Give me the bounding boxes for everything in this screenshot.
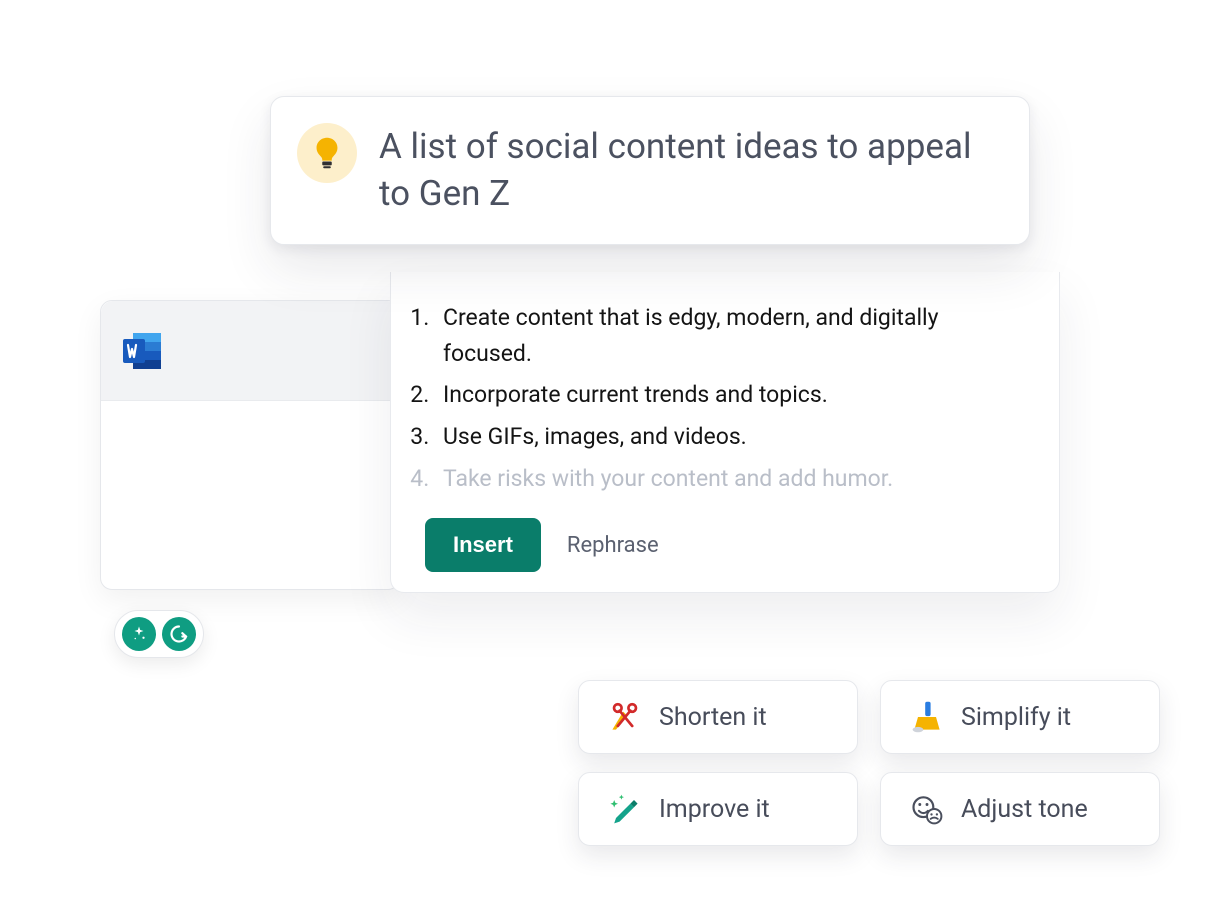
chip-label: Shorten it (659, 703, 767, 732)
scissors-icon (607, 699, 643, 735)
prompt-text: A list of social content ideas to appeal… (379, 123, 999, 218)
broom-icon (909, 699, 945, 735)
results-panel: Create content that is edgy, modern, and… (390, 272, 1060, 593)
prompt-card: A list of social content ideas to appeal… (270, 96, 1030, 245)
face-adjust-icon (909, 791, 945, 827)
chip-label: Improve it (659, 795, 770, 824)
results-actions: Insert Rephrase (425, 518, 1025, 572)
result-item: Take risks with your content and add hum… (435, 461, 1025, 497)
grammarly-pill[interactable] (114, 610, 204, 658)
adjust-tone-chip[interactable]: Adjust tone (880, 772, 1160, 846)
result-item: Use GIFs, images, and videos. (435, 419, 1025, 455)
insert-button[interactable]: Insert (425, 518, 541, 572)
chip-label: Simplify it (961, 703, 1071, 732)
result-item: Create content that is edgy, modern, and… (435, 300, 1025, 371)
improve-chip[interactable]: Improve it (578, 772, 858, 846)
word-app-header (101, 301, 399, 401)
shorten-chip[interactable]: Shorten it (578, 680, 858, 754)
sparkle-icon (122, 617, 156, 651)
simplify-chip[interactable]: Simplify it (880, 680, 1160, 754)
lightbulb-icon (297, 123, 357, 183)
result-item: Incorporate current trends and topics. (435, 377, 1025, 413)
rephrase-link[interactable]: Rephrase (567, 533, 659, 558)
word-icon (119, 327, 167, 375)
results-list: Create content that is edgy, modern, and… (425, 300, 1025, 496)
pencil-sparkle-icon (607, 791, 643, 827)
chip-label: Adjust tone (961, 795, 1088, 824)
suggestion-chips: Shorten it Simplify it (520, 680, 1160, 846)
grammarly-icon (162, 617, 196, 651)
word-app-card (100, 300, 400, 590)
